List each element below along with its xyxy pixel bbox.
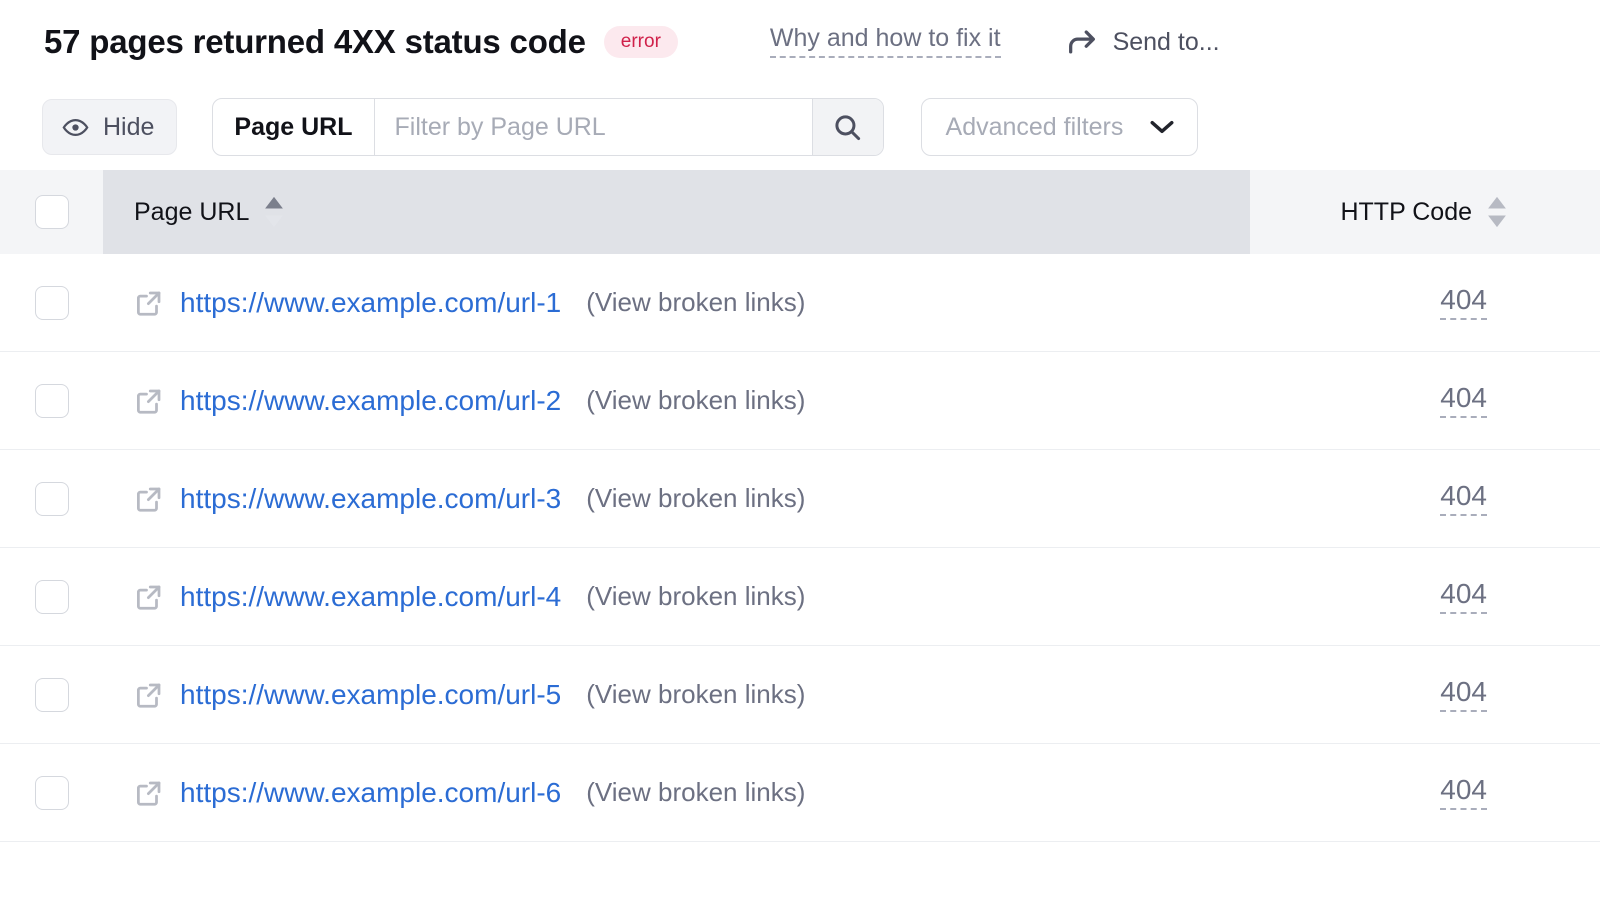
row-checkbox[interactable]	[35, 678, 69, 712]
why-and-how-to-fix-it-link[interactable]: Why and how to fix it	[770, 26, 1001, 58]
column-header-http-code-label: HTTP Code	[1340, 198, 1472, 227]
view-broken-links-link[interactable]: (View broken links)	[586, 287, 805, 318]
magnifier-icon	[832, 112, 863, 143]
table-row[interactable]: https://www.example.com/url-4 (View brok…	[0, 548, 1600, 646]
row-select-cell	[0, 482, 103, 516]
eye-icon	[62, 114, 89, 141]
column-header-page-url-label: Page URL	[134, 198, 249, 227]
sort-icon[interactable]	[1486, 196, 1508, 228]
status-badge: error	[604, 26, 678, 58]
advanced-filters-label: Advanced filters	[946, 113, 1124, 142]
page-url-cell: https://www.example.com/url-1 (View brok…	[103, 287, 1250, 319]
row-checkbox[interactable]	[35, 482, 69, 516]
results-table: Page URL HTTP Code	[0, 170, 1600, 842]
page-url-cell: https://www.example.com/url-5 (View brok…	[103, 679, 1250, 711]
external-link-icon[interactable]	[134, 582, 180, 612]
row-checkbox[interactable]	[35, 580, 69, 614]
page-url-cell: https://www.example.com/url-2 (View brok…	[103, 385, 1250, 417]
select-all-checkbox[interactable]	[35, 195, 69, 229]
external-link-icon[interactable]	[134, 484, 180, 514]
http-code-value[interactable]: 404	[1440, 776, 1487, 810]
row-select-cell	[0, 384, 103, 418]
column-header-http-code[interactable]: HTTP Code	[1250, 170, 1600, 254]
table-row[interactable]: https://www.example.com/url-3 (View brok…	[0, 450, 1600, 548]
page-url-cell: https://www.example.com/url-4 (View brok…	[103, 581, 1250, 613]
share-arrow-icon	[1065, 25, 1099, 59]
table-row[interactable]: https://www.example.com/url-1 (View brok…	[0, 254, 1600, 352]
http-code-value[interactable]: 404	[1440, 384, 1487, 418]
page-url-link[interactable]: https://www.example.com/url-4	[180, 581, 561, 613]
table-body: https://www.example.com/url-1 (View brok…	[0, 254, 1600, 842]
table-row[interactable]: https://www.example.com/url-2 (View brok…	[0, 352, 1600, 450]
page-url-cell: https://www.example.com/url-3 (View brok…	[103, 483, 1250, 515]
search-button[interactable]	[812, 99, 883, 155]
advanced-filters-dropdown[interactable]: Advanced filters	[921, 98, 1199, 156]
http-code-cell: 404	[1250, 384, 1600, 418]
http-code-cell: 404	[1250, 678, 1600, 712]
send-to-button[interactable]: Send to...	[1065, 25, 1220, 59]
http-code-cell: 404	[1250, 776, 1600, 810]
page-url-link[interactable]: https://www.example.com/url-6	[180, 777, 561, 809]
http-code-value[interactable]: 404	[1440, 678, 1487, 712]
http-code-cell: 404	[1250, 580, 1600, 614]
page-url-filter-group: Page URL	[212, 98, 883, 156]
view-broken-links-link[interactable]: (View broken links)	[586, 679, 805, 710]
page-header: 57 pages returned 4XX status code error …	[0, 0, 1600, 84]
filter-field-selector[interactable]: Page URL	[213, 99, 374, 155]
row-checkbox[interactable]	[35, 776, 69, 810]
chevron-down-icon	[1149, 119, 1175, 135]
hide-button[interactable]: Hide	[42, 99, 177, 155]
external-link-icon[interactable]	[134, 386, 180, 416]
page-url-cell: https://www.example.com/url-6 (View brok…	[103, 777, 1250, 809]
view-broken-links-link[interactable]: (View broken links)	[586, 777, 805, 808]
view-broken-links-link[interactable]: (View broken links)	[586, 581, 805, 612]
table-row[interactable]: https://www.example.com/url-6 (View brok…	[0, 744, 1600, 842]
sort-icon[interactable]	[263, 196, 285, 228]
row-select-cell	[0, 776, 103, 810]
page-title: 57 pages returned 4XX status code	[44, 23, 586, 61]
external-link-icon[interactable]	[134, 778, 180, 808]
http-code-cell: 404	[1250, 482, 1600, 516]
table-header-row: Page URL HTTP Code	[0, 170, 1600, 254]
search-input[interactable]	[375, 99, 812, 155]
select-all-cell	[0, 170, 103, 254]
row-checkbox[interactable]	[35, 384, 69, 418]
row-select-cell	[0, 286, 103, 320]
page-url-link[interactable]: https://www.example.com/url-1	[180, 287, 561, 319]
column-header-page-url[interactable]: Page URL	[103, 170, 1250, 254]
http-code-cell: 404	[1250, 286, 1600, 320]
view-broken-links-link[interactable]: (View broken links)	[586, 385, 805, 416]
http-code-value[interactable]: 404	[1440, 580, 1487, 614]
filter-toolbar: Hide Page URL Advanced filters	[0, 84, 1600, 170]
page-url-link[interactable]: https://www.example.com/url-3	[180, 483, 561, 515]
external-link-icon[interactable]	[134, 288, 180, 318]
hide-button-label: Hide	[103, 113, 154, 142]
row-select-cell	[0, 678, 103, 712]
page-url-link[interactable]: https://www.example.com/url-5	[180, 679, 561, 711]
external-link-icon[interactable]	[134, 680, 180, 710]
page-url-link[interactable]: https://www.example.com/url-2	[180, 385, 561, 417]
http-code-value[interactable]: 404	[1440, 286, 1487, 320]
view-broken-links-link[interactable]: (View broken links)	[586, 483, 805, 514]
table-row[interactable]: https://www.example.com/url-5 (View brok…	[0, 646, 1600, 744]
row-select-cell	[0, 580, 103, 614]
row-checkbox[interactable]	[35, 286, 69, 320]
http-code-value[interactable]: 404	[1440, 482, 1487, 516]
send-to-label: Send to...	[1113, 28, 1220, 57]
